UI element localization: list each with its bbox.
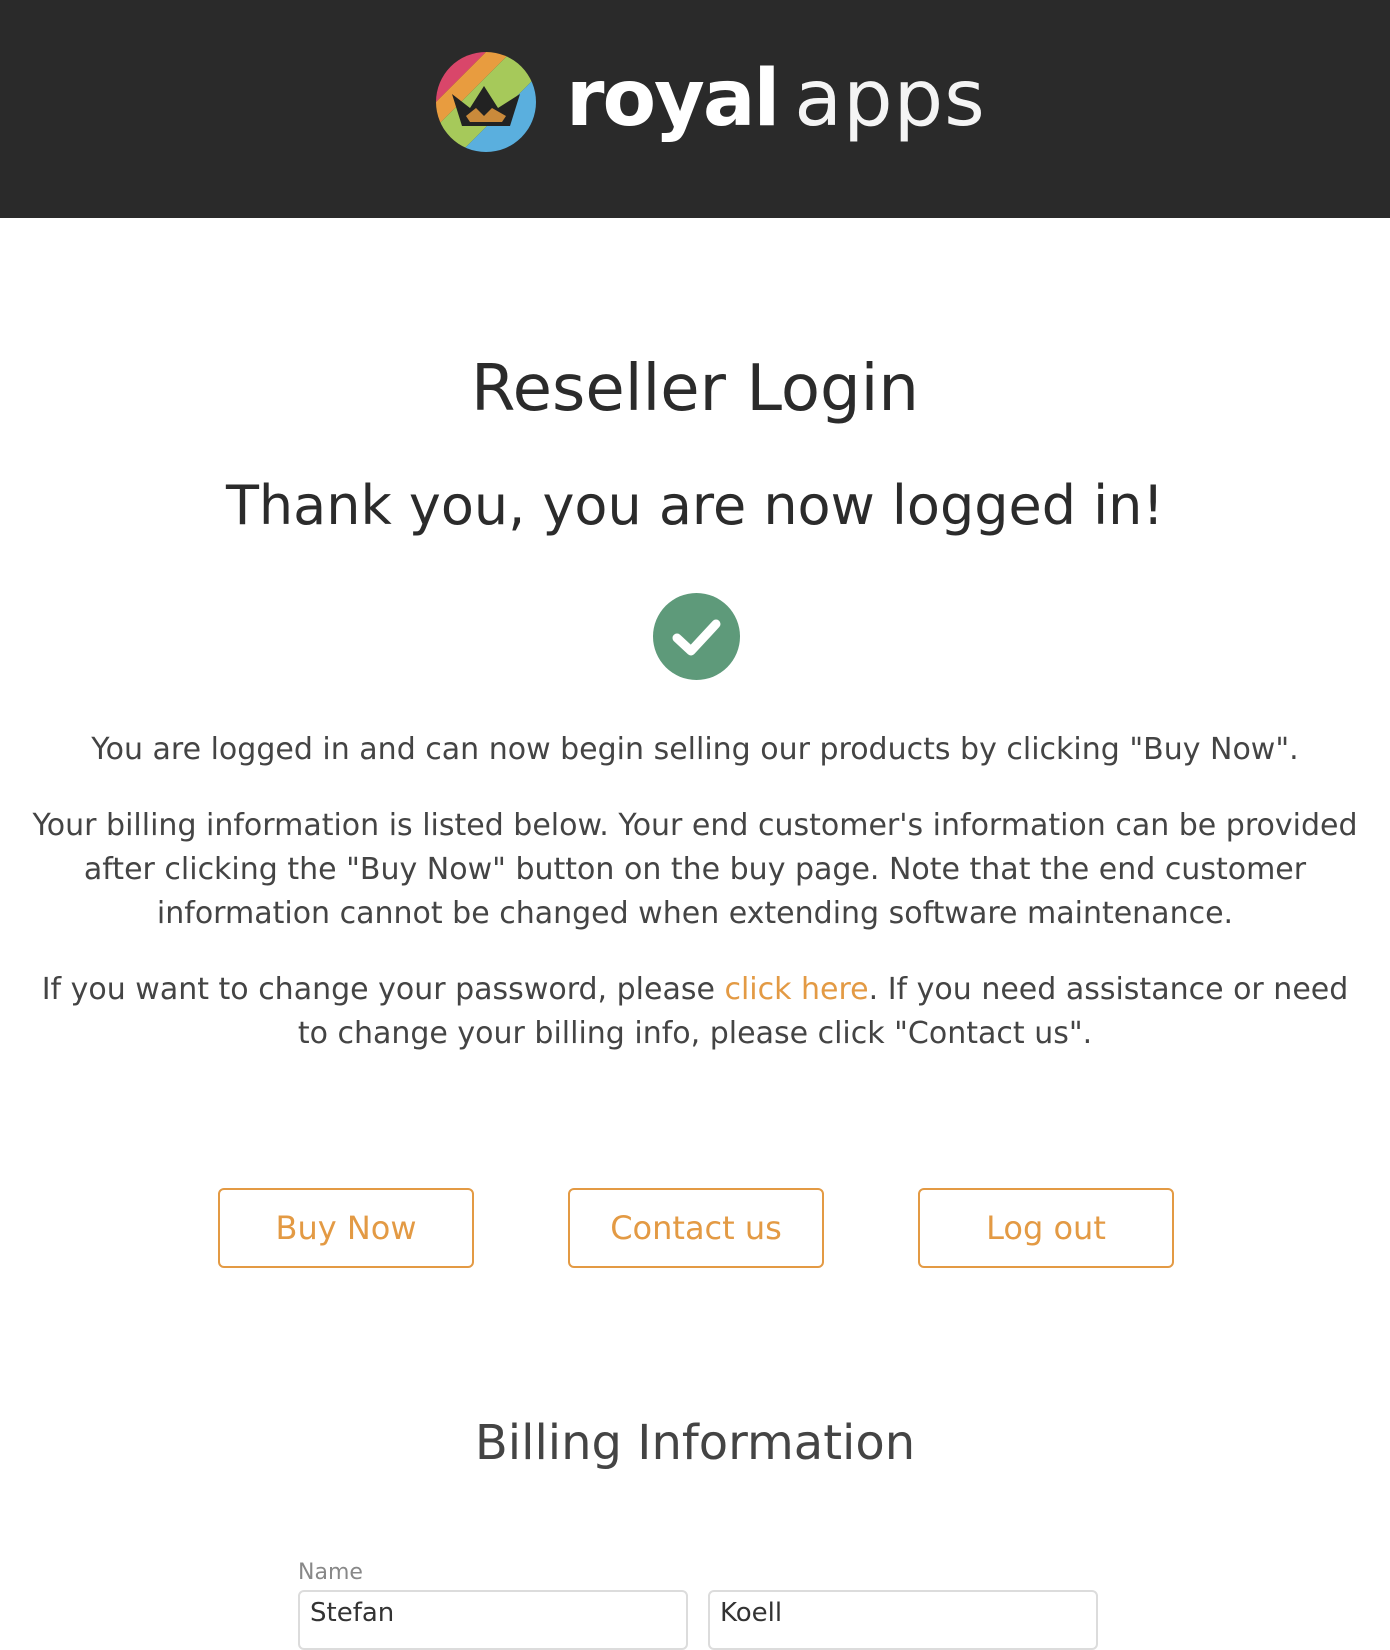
login-success-heading: Thank you, you are now logged in! (225, 474, 1165, 537)
buy-now-button[interactable]: Buy Now (218, 1188, 474, 1268)
billing-section-title: Billing Information (474, 1415, 916, 1471)
brand-word-royal: royal (566, 54, 780, 144)
brand-word-apps: apps (794, 54, 986, 144)
password-help-text-before: If you want to change your password, ple… (41, 972, 725, 1007)
password-help-message: If you want to change your password, ple… (30, 968, 1360, 1056)
billing-info-message: Your billing information is listed below… (32, 808, 1358, 931)
success-check-icon (653, 593, 740, 680)
log-out-button[interactable]: Log out (918, 1188, 1174, 1268)
change-password-link[interactable]: click here (724, 972, 868, 1007)
site-header: royal apps (0, 0, 1390, 218)
logged-in-message: You are logged in and can now begin sell… (91, 732, 1299, 767)
name-field-label: Name (298, 1560, 363, 1585)
brand-wordmark[interactable]: royal apps (566, 44, 986, 154)
first-name-field[interactable]: Stefan (298, 1590, 688, 1650)
contact-us-button[interactable]: Contact us (568, 1188, 824, 1268)
royal-apps-logo-icon[interactable] (436, 52, 536, 152)
page-title: Reseller Login (471, 352, 919, 426)
last-name-field[interactable]: Koell (708, 1590, 1098, 1650)
